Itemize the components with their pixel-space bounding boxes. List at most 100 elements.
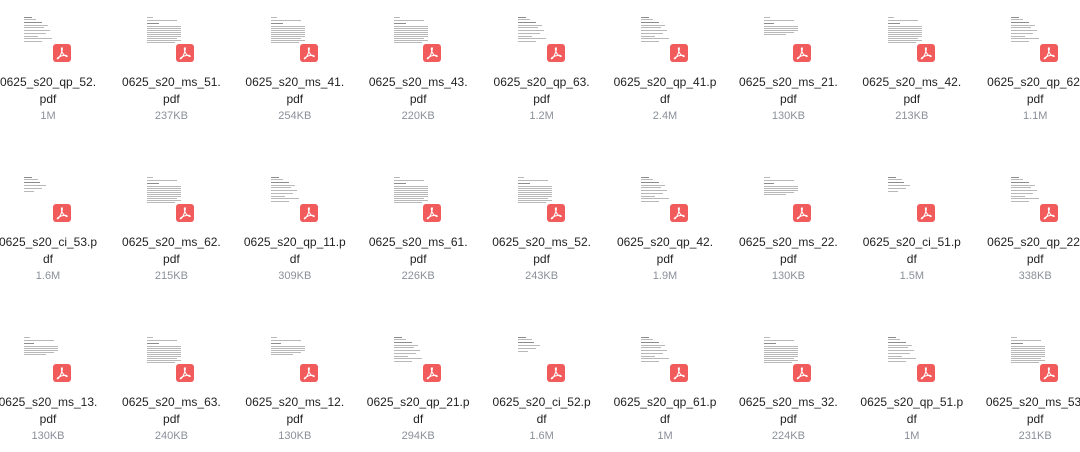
file-name-line: 0625_s20_ms_61. [368,235,468,249]
file-name: 0625_s20_ci_51.p df [857,234,967,268]
preview-text-line [1011,22,1030,23]
file-item[interactable]: 0625_s20_ms_21. pdf 130KB [733,2,843,132]
preview-text-line [764,190,799,191]
pdf-icon [546,364,565,382]
file-size: 1M [904,430,920,442]
preview-text-line [394,186,429,187]
preview-text-line [1011,187,1032,188]
pdf-icon [670,44,688,62]
file-item[interactable]: 0625_s20_qp_61.p df 1M [610,322,720,452]
file-item[interactable]: 0625_s20_ms_62. pdf 215KB [116,162,226,292]
file-item[interactable]: 0625_s20_ci_53.p df 1.6M [0,162,103,292]
preview-text-line [1011,201,1030,202]
preview-text-line [764,352,799,353]
preview-text-line [24,343,34,344]
preview-text-line [270,198,299,199]
file-size: 2.4M [652,110,678,122]
preview-text-line [394,188,429,189]
file-item[interactable]: 0625_s20_qp_52. pdf 1M [0,2,103,132]
preview-text-line [147,340,178,341]
preview-text-line [24,27,44,28]
file-item[interactable]: 0625_s20_ms_32. pdf 224KB [733,322,843,452]
preview-text-line [887,30,922,31]
file-thumbnail [392,336,444,384]
preview-text-line [394,42,423,43]
preview-text-line [764,17,771,18]
file-name: 0625_s20_qp_22. pdf [980,234,1080,268]
file-size: 130KB [771,270,805,282]
preview-text-line [1011,340,1042,341]
file-item[interactable]: 0625_s20_ms_41. pdf 254KB [240,2,350,132]
file-name: 0625_s20_ms_12. pdf [240,394,350,428]
preview-text-line [394,40,429,41]
preview-text-line [24,354,46,355]
preview-text-line [394,196,429,197]
file-grid: 0625_s20_qp_52. pdf 1M 0625_s20_ms_51. pdf 23… [0,0,1080,445]
preview-text-line [517,192,552,193]
file-item[interactable]: 0625_s20_qp_63. pdf 1.2M [487,2,597,132]
pdf-icon [53,364,71,382]
preview-text-line [24,177,32,178]
preview-text-line [764,180,795,181]
pdf-icon [423,364,442,382]
file-item[interactable]: 0625_s20_qp_42. pdf 1.9M [610,162,720,292]
file-size: 1.2M [529,110,554,122]
preview-text-line [764,348,799,349]
preview-text-line [887,38,918,39]
file-item[interactable]: 0625_s20_ms_53. pdf 231KB [980,322,1080,452]
file-item[interactable]: 0625_s20_ci_52.p df 1.6M [487,322,597,452]
file-item[interactable]: 0625_s20_ms_43. pdf 220KB [363,2,473,132]
preview-text-line [147,180,178,181]
pdf-icon [1040,364,1059,382]
file-item[interactable]: 0625_s20_ms_51. pdf 237KB [116,2,226,132]
preview-text-line [270,42,299,43]
preview-text-line [641,345,665,346]
preview-text-line [147,360,182,361]
file-name-line: df [659,412,670,426]
preview-text-line [517,342,534,343]
preview-text-line [1011,41,1030,42]
file-name-line: 0625_s20_ms_22. [739,235,838,249]
file-name-line: pdf [409,252,427,266]
preview-text-line [887,34,922,35]
file-name-line: 0625_s20_qp_41.p [613,75,717,89]
file-item[interactable]: 0625_s20_qp_51.p df 1M [857,322,967,452]
preview-text-line [1011,362,1040,363]
file-item[interactable]: 0625_s20_qp_41.p df 2.4M [610,2,720,132]
preview-text-line [517,337,526,338]
file-item[interactable]: 0625_s20_ms_13. pdf 130KB [0,322,103,452]
file-thumbnail [1009,16,1061,64]
preview-text-line [887,17,894,18]
file-item[interactable]: 0625_s20_qp_62. pdf 1.1M [980,2,1080,132]
preview-text-line [147,188,182,189]
preview-text-line [764,360,799,361]
file-size: 1.6M [529,430,554,442]
preview-text-line [641,342,659,343]
file-item[interactable]: 0625_s20_ms_22. pdf 130KB [733,162,843,292]
file-name: 0625_s20_qp_51.p df [857,394,967,428]
preview-text-line [641,17,649,18]
file-item[interactable]: 0625_s20_qp_21.p df 294KB [363,322,473,452]
file-name-line: df [289,252,300,266]
pdf-icon [670,204,688,222]
preview-text-line [1011,346,1046,347]
file-item[interactable]: 0625_s20_ms_12. pdf 130KB [240,322,350,452]
file-item[interactable]: 0625_s20_qp_11.p df 309KB [240,162,350,292]
file-item[interactable]: 0625_s20_ms_61. pdf 226KB [363,162,473,292]
file-item[interactable]: 0625_s20_ci_51.p df 1.5M [857,162,967,292]
file-item[interactable]: 0625_s20_ms_42. pdf 213KB [857,2,967,132]
preview-text-line [24,348,58,349]
preview-text-line [394,350,421,351]
preview-text-line [764,350,799,351]
file-item[interactable]: 0625_s20_qp_22. pdf 338KB [980,162,1080,292]
preview-text-line [764,28,799,29]
preview-text-line [764,32,795,33]
file-thumbnail [762,336,814,384]
preview-text-line [394,347,415,348]
preview-text-line [270,350,305,351]
pdf-icon [53,44,71,62]
file-item[interactable]: 0625_s20_ms_63. pdf 240KB [116,322,226,452]
file-item[interactable]: 0625_s20_ms_52. pdf 243KB [487,162,597,292]
file-name-line: 0625_s20_ms_41. [245,75,345,89]
preview-text-line [641,36,655,37]
